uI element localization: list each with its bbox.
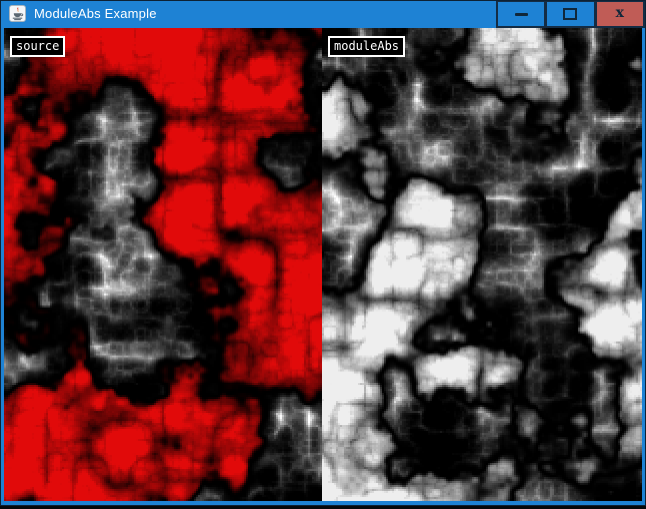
source-noise-image [4,28,322,501]
moduleabs-label: moduleAbs [328,36,405,57]
window-controls: x [496,1,645,28]
close-icon: x [616,6,624,20]
app-window: ModuleAbs Example x source module [0,0,646,509]
close-button[interactable]: x [597,2,643,26]
window-title: ModuleAbs Example [34,1,157,28]
source-label: source [10,36,65,57]
titlebar[interactable]: ModuleAbs Example x [1,1,645,28]
maximize-icon [563,8,577,20]
maximize-button[interactable] [547,2,593,26]
minimize-button[interactable] [498,2,544,26]
window-frame: ModuleAbs Example x source module [0,0,646,506]
moduleabs-panel: moduleAbs [322,28,642,501]
source-panel: source [4,28,322,501]
minimize-icon [515,13,528,16]
render-area: source moduleAbs [4,28,642,501]
java-coffee-cup-icon [9,5,26,22]
moduleabs-noise-image [322,28,642,501]
